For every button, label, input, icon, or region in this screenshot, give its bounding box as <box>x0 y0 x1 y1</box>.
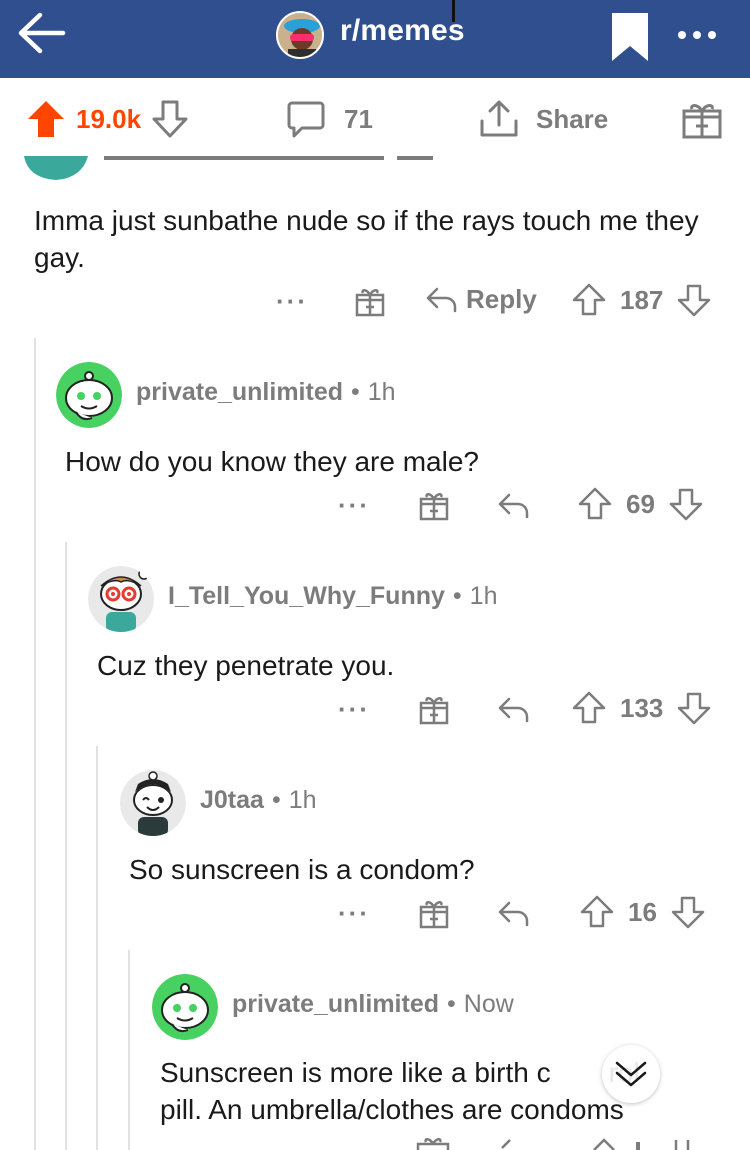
avatar[interactable] <box>56 362 122 428</box>
award-icon <box>419 901 449 929</box>
upvote-icon[interactable] <box>580 895 614 929</box>
separator-dot: • <box>351 378 360 406</box>
award-icon <box>419 493 449 521</box>
reply-icon <box>498 697 529 723</box>
subreddit-avatar[interactable] <box>276 11 324 59</box>
next-comment-button[interactable] <box>602 1045 660 1103</box>
post-vote-group: 19.0k <box>26 78 189 160</box>
chevron-double-down-icon <box>615 1061 647 1087</box>
comment-5-meta: private_unlimited • Now <box>232 990 514 1019</box>
more-icon <box>678 31 686 39</box>
downvote-icon[interactable] <box>151 99 189 139</box>
username[interactable]: private_unlimited <box>232 990 439 1019</box>
post-action-bar: 19.0k 71 Share <box>0 78 750 160</box>
thread-line[interactable] <box>65 542 67 1150</box>
comment-5-line-2: pill. An umbrella/clothes are condoms <box>160 1094 624 1125</box>
reply-icon <box>498 901 529 927</box>
comment-1-reply-button[interactable]: Reply <box>424 283 537 315</box>
thread-line[interactable] <box>34 338 36 1150</box>
separator-dot: • <box>447 990 456 1018</box>
comment-3-reply-button[interactable] <box>496 693 530 725</box>
upvote-icon[interactable] <box>26 99 66 139</box>
back-arrow-icon <box>18 12 66 54</box>
comment-3-meta: I_Tell_You_Why_Funny • 1h <box>168 582 497 611</box>
comment-3-award-button[interactable] <box>418 693 450 725</box>
upvote-icon[interactable] <box>572 283 606 317</box>
comment-4-more-button[interactable]: ··· <box>338 898 370 929</box>
avatar[interactable] <box>120 770 186 836</box>
bookmark-icon <box>612 13 648 61</box>
more-options-button[interactable] <box>672 18 722 52</box>
comment-2-body: How do you know they are male? <box>65 446 479 477</box>
avatar[interactable] <box>152 974 218 1040</box>
username[interactable]: I_Tell_You_Why_Funny <box>168 582 445 611</box>
comment-1-score: 187 <box>620 284 664 315</box>
comment-2-vote-group: 69 <box>578 487 703 521</box>
username[interactable]: J0taa <box>200 786 264 815</box>
share-button[interactable]: Share <box>478 78 608 160</box>
downvote-icon[interactable] <box>677 283 711 317</box>
reply-icon <box>498 493 529 519</box>
downvote-icon[interactable] <box>677 691 711 725</box>
separator-dot: • <box>271 786 281 814</box>
comment-4-meta: J0taa • 1h <box>200 786 317 815</box>
post-score: 19.0k <box>76 103 142 134</box>
comment-2-more-button[interactable]: ··· <box>338 490 370 521</box>
comment-3-vote-group: 133 <box>572 691 711 725</box>
comment-4-award-button[interactable] <box>418 897 450 929</box>
top-bar: r/memes <box>0 0 750 78</box>
back-button[interactable] <box>14 6 68 60</box>
thread-line[interactable] <box>128 950 130 1150</box>
comment-icon <box>287 101 325 138</box>
comment-4-vote-group: 16 <box>580 895 705 929</box>
thread-line[interactable] <box>96 746 98 1150</box>
timestamp: 1h <box>367 378 396 406</box>
reply-label: Reply <box>466 283 537 314</box>
downvote-icon[interactable] <box>671 895 705 929</box>
award-icon <box>682 104 722 139</box>
comment-3-body: Cuz they penetrate you. <box>97 650 395 681</box>
upvote-icon[interactable] <box>578 487 612 521</box>
comment-5-line-1: Sunscreen is more like a birth c <box>160 1057 551 1088</box>
comment-1-more-button[interactable]: ··· <box>276 286 308 317</box>
comment-count: 71 <box>344 103 373 134</box>
separator-dot: • <box>452 582 462 610</box>
bookmark-button[interactable] <box>608 10 652 64</box>
comment-2-award-button[interactable] <box>418 489 450 521</box>
share-label: Share <box>536 103 609 134</box>
comment-5-actions <box>414 1136 704 1150</box>
clipped-comment-header <box>22 156 442 186</box>
timestamp: 1h <box>288 786 317 814</box>
comment-4-reply-button[interactable] <box>496 897 530 929</box>
comments-button[interactable]: 71 <box>286 78 373 160</box>
comment-1-award-button[interactable] <box>354 285 386 317</box>
share-icon <box>480 100 518 137</box>
subreddit-name[interactable]: r/memes <box>340 14 465 48</box>
comment-2-meta: private_unlimited • 1h <box>136 378 396 407</box>
comment-3-more-button[interactable]: ··· <box>338 694 370 725</box>
avatar[interactable] <box>88 566 154 632</box>
reply-icon <box>426 287 457 313</box>
comment-3-score: 133 <box>620 692 664 723</box>
upvote-icon[interactable] <box>572 691 606 725</box>
award-icon <box>419 697 449 725</box>
award-icon <box>355 289 385 317</box>
comment-1-body: Imma just sunbathe nude so if the rays t… <box>34 205 699 273</box>
award-button[interactable] <box>680 78 724 160</box>
username[interactable]: private_unlimited <box>136 378 343 407</box>
downvote-icon[interactable] <box>669 487 703 521</box>
comment-4-score: 16 <box>628 896 657 927</box>
comment-2-reply-button[interactable] <box>496 489 530 521</box>
comment-4-body: So sunscreen is a condom? <box>129 854 475 885</box>
comment-1-vote-group: 187 <box>572 283 711 317</box>
text-cursor <box>452 0 455 22</box>
timestamp: 1h <box>469 582 498 610</box>
comment-2-score: 69 <box>626 488 655 519</box>
timestamp: Now <box>463 990 514 1018</box>
